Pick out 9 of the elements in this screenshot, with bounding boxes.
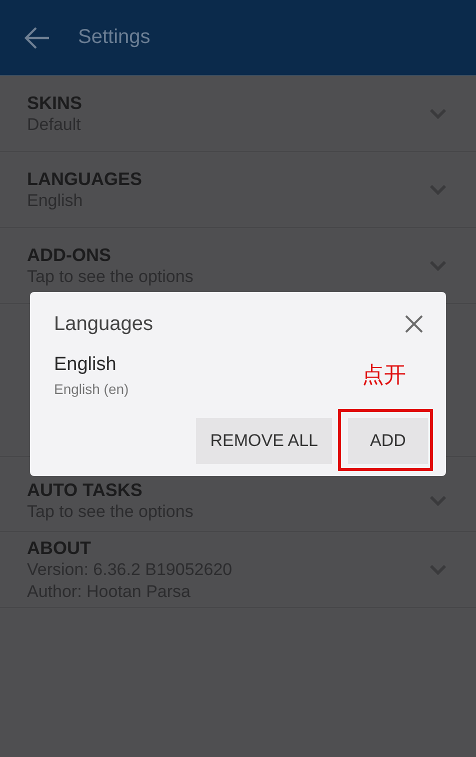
dialog-button[interactable]: ADD (348, 418, 428, 464)
close-icon[interactable] (404, 314, 424, 334)
dialog-button[interactable]: REMOVE ALL (196, 418, 332, 464)
language-code: English (en) (54, 380, 129, 398)
annotation-text: 点开 (362, 362, 406, 388)
back-arrow-icon[interactable] (24, 26, 50, 50)
language-name: English (54, 354, 116, 376)
screen-title: Settings (78, 26, 150, 49)
dialog-title: Languages (54, 312, 153, 336)
